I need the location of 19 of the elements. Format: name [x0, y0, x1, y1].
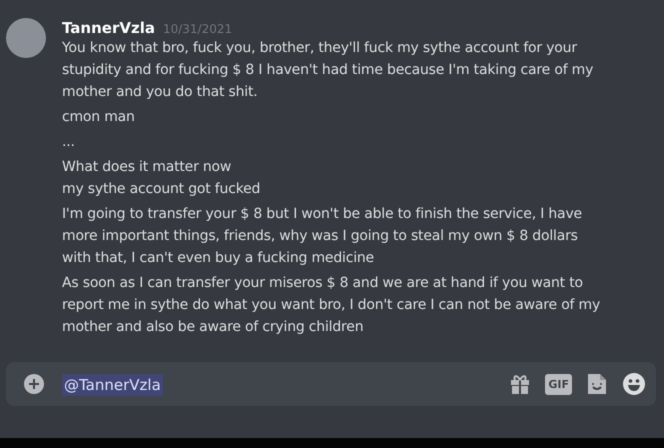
message-text: As soon as I can transfer your miseros $ 8 and we are at hand if you want to report me in sythe do what you want bro, I don't care I can not be aware of my mother and also be aware of crying children — [62, 274, 602, 337]
sticker-icon — [586, 372, 608, 396]
message-text: I'm going to transfer your $ 8 but I won't be able to finish the service, I have more important things, friends, why was I going to steal my own $ 8 dollars with that, I can't even buy a fucking medicine — [62, 205, 583, 268]
emoji-button[interactable] — [622, 372, 646, 396]
message-text: You know that bro, fuck you, brother, they'll fuck my sythe account for your stupidity and for fucking $ 8 I haven't had time because I'm taking care of my mother and you do that shit. — [62, 39, 594, 102]
mention-chip[interactable]: @TannerVzla — [62, 374, 163, 396]
add-attachment-button[interactable] — [24, 374, 44, 394]
timestamp: 10/31/2021 — [162, 22, 232, 36]
message-text: ... — [62, 133, 76, 152]
gift-icon — [509, 373, 532, 395]
gift-button[interactable] — [509, 373, 532, 395]
sticker-button[interactable] — [586, 372, 608, 396]
plus-icon — [24, 374, 44, 394]
smiley-icon — [622, 372, 646, 396]
avatar[interactable] — [6, 18, 46, 58]
message-text: cmon man — [62, 108, 136, 127]
message-text: What does it matter now my sythe account got fucked — [62, 158, 262, 199]
gif-button[interactable]: GIF — [545, 374, 572, 394]
username[interactable]: TannerVzla — [62, 19, 155, 37]
